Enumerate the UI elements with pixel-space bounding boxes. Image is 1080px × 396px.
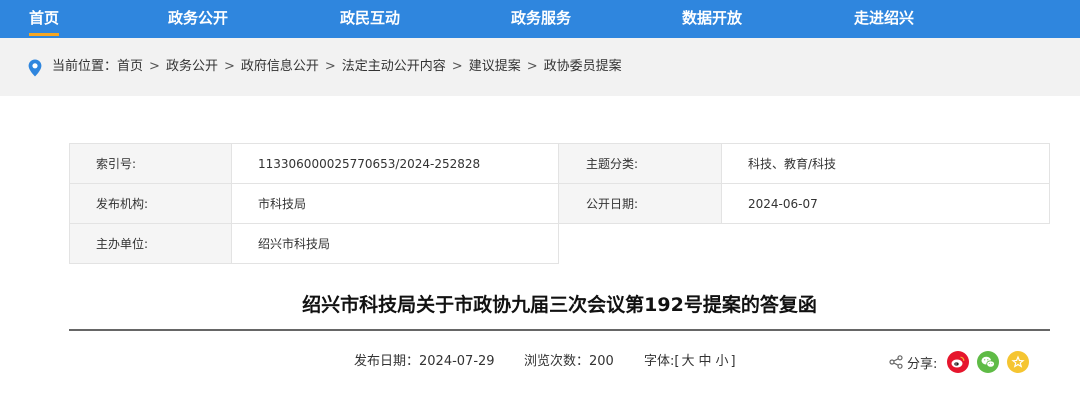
empty-cell — [559, 224, 1050, 264]
publisher-value: 市科技局 — [231, 183, 559, 224]
publish-date-value: 2024-07-29 — [419, 354, 495, 369]
index-label: 索引号: — [69, 143, 232, 184]
qzone-star-icon — [1011, 355, 1025, 368]
share-bar: 分享: — [889, 350, 1030, 374]
wechat-glyph-icon — [981, 356, 996, 368]
document-info-table: 索引号: 113306000025770653/2024-252828 主题分类… — [69, 143, 1050, 264]
nav-item-home[interactable]: 首页 — [29, 0, 60, 38]
breadcrumb-prefix: 当前位置： — [52, 59, 118, 74]
open-date-value: 2024-06-07 — [721, 183, 1050, 224]
nav-item-open-data[interactable]: 数据开放 — [682, 0, 742, 38]
table-row: 索引号: 113306000025770653/2024-252828 主题分类… — [69, 143, 1050, 184]
document-title: 绍兴市科技局关于市政协九届三次会议第192号提案的答复函 — [302, 294, 817, 316]
host-label: 主办单位: — [69, 223, 232, 264]
share-icon — [889, 355, 903, 369]
qzone-icon[interactable] — [1007, 351, 1030, 373]
publisher-label: 发布机构: — [69, 183, 232, 224]
breadcrumb-statutory-content[interactable]: 法定主动公开内容 — [342, 59, 446, 74]
breadcrumb: 当前位置：首页 > 政务公开 > 政府信息公开 > 法定主动公开内容 > 建议提案 > 政协委员提案 — [52, 58, 622, 76]
table-row: 主办单位: 绍兴市科技局 — [69, 223, 1050, 264]
open-date-label: 公开日期: — [558, 183, 722, 224]
weibo-glyph-icon — [951, 356, 965, 368]
breadcrumb-separator: > — [149, 59, 160, 74]
font-size-small-button[interactable]: 小 — [715, 354, 728, 369]
view-count-value: 200 — [589, 354, 614, 369]
font-size-close: ] — [730, 354, 736, 369]
weibo-icon[interactable] — [947, 351, 970, 373]
share-label: 分享: — [907, 356, 938, 372]
wechat-icon[interactable] — [977, 351, 1000, 373]
topic-value: 科技、教育/科技 — [721, 143, 1050, 184]
index-value: 113306000025770653/2024-252828 — [231, 143, 559, 184]
breadcrumb-government-affairs[interactable]: 政务公开 — [166, 59, 218, 74]
breadcrumb-separator: > — [223, 59, 235, 74]
breadcrumb-government-info[interactable]: 政府信息公开 — [241, 59, 319, 74]
breadcrumb-home[interactable]: 首页 — [117, 59, 143, 74]
topic-label: 主题分类: — [558, 143, 722, 184]
top-navigation: 首页 政务公开 政民互动 政务服务 数据开放 走进绍兴 — [0, 0, 1080, 38]
publish-date-label: 发布日期： — [354, 354, 420, 369]
breadcrumb-cppcc-proposals[interactable]: 政协委员提案 — [544, 59, 622, 74]
breadcrumb-proposals[interactable]: 建议提案 — [469, 59, 521, 74]
title-divider — [69, 329, 1050, 331]
font-size-label: 字体:[ — [644, 354, 680, 369]
location-pin-icon — [28, 59, 42, 77]
nav-item-about-shaoxing[interactable]: 走进绍兴 — [854, 0, 914, 38]
nav-item-public-interaction[interactable]: 政民互动 — [340, 0, 400, 38]
breadcrumb-separator: > — [324, 59, 336, 74]
nav-item-government-affairs[interactable]: 政务公开 — [168, 0, 228, 38]
view-count-label: 浏览次数： — [524, 354, 590, 369]
font-size-large-button[interactable]: 大 — [681, 354, 694, 369]
view-count: 浏览次数：200 — [524, 353, 614, 371]
nav-item-government-services[interactable]: 政务服务 — [511, 0, 571, 38]
publish-date: 发布日期：2024-07-29 — [354, 353, 495, 371]
font-size-medium-button[interactable]: 中 — [698, 354, 711, 369]
host-value: 绍兴市科技局 — [231, 223, 559, 264]
breadcrumb-separator: > — [451, 59, 463, 74]
table-row: 发布机构: 市科技局 公开日期: 2024-06-07 — [69, 183, 1050, 224]
breadcrumb-bar: 当前位置：首页 > 政务公开 > 政府信息公开 > 法定主动公开内容 > 建议提案 > 政协委员提案 — [0, 38, 1080, 96]
font-size-switcher: 字体:[大中小] — [644, 353, 736, 371]
breadcrumb-separator: > — [526, 59, 538, 74]
